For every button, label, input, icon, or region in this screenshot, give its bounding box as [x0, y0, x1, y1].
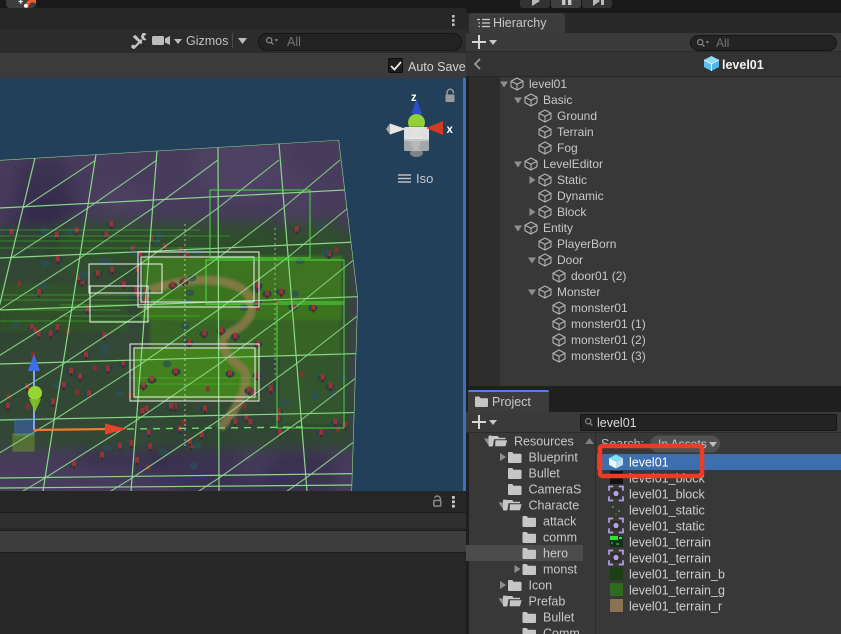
svg-text:PlayerBorn: PlayerBorn: [557, 237, 616, 251]
svg-text:Bullet: Bullet: [529, 467, 561, 481]
svg-text:LevelEditor: LevelEditor: [543, 157, 603, 171]
svg-text:Blueprint: Blueprint: [529, 451, 579, 465]
svg-text:Dynamic: Dynamic: [557, 189, 604, 203]
svg-text:Fog: Fog: [557, 141, 578, 155]
svg-text:monst: monst: [543, 563, 578, 577]
svg-text:level01_terrain_r: level01_terrain_r: [629, 600, 722, 614]
svg-text:level01_terrain: level01_terrain: [629, 552, 711, 566]
svg-text:door01 (2): door01 (2): [571, 269, 626, 283]
svg-text:Entity: Entity: [543, 221, 573, 235]
svg-text:monster01 (3): monster01 (3): [571, 349, 646, 363]
svg-text:Resources: Resources: [514, 435, 574, 449]
svg-text:level01_block: level01_block: [629, 488, 705, 502]
svg-text:Ground: Ground: [557, 109, 597, 123]
svg-text:level01_static: level01_static: [629, 504, 705, 518]
svg-text:Door: Door: [557, 253, 583, 267]
svg-text:hero: hero: [543, 547, 568, 561]
svg-text:Static: Static: [557, 173, 587, 187]
svg-text:level01_static: level01_static: [629, 520, 705, 534]
svg-text:level01_terrain_g: level01_terrain_g: [629, 584, 725, 598]
svg-text:Block: Block: [557, 205, 587, 219]
svg-text:level01_terrain_b: level01_terrain_b: [629, 568, 725, 582]
svg-text:Icon: Icon: [529, 579, 553, 593]
svg-text:monster01 (1): monster01 (1): [571, 317, 646, 331]
svg-text:Comm: Comm: [543, 627, 580, 634]
svg-text:level01: level01: [629, 456, 669, 470]
svg-text:Characte: Characte: [529, 499, 580, 513]
svg-text:Monster: Monster: [557, 285, 600, 299]
svg-text:Bullet: Bullet: [543, 611, 575, 625]
svg-text:monster01 (2): monster01 (2): [571, 333, 646, 347]
svg-text:Basic: Basic: [543, 93, 572, 107]
svg-text:Terrain: Terrain: [557, 125, 594, 139]
svg-text:CameraS: CameraS: [529, 483, 582, 497]
svg-text:comm: comm: [543, 531, 577, 545]
svg-text:level01_block: level01_block: [629, 472, 705, 486]
svg-text:level01_terrain: level01_terrain: [629, 536, 711, 550]
svg-text:level01: level01: [529, 77, 567, 91]
svg-text:Prefab: Prefab: [529, 595, 566, 609]
svg-text:attack: attack: [543, 515, 577, 529]
svg-text:x: x: [447, 124, 454, 136]
svg-text:monster01: monster01: [571, 301, 628, 315]
